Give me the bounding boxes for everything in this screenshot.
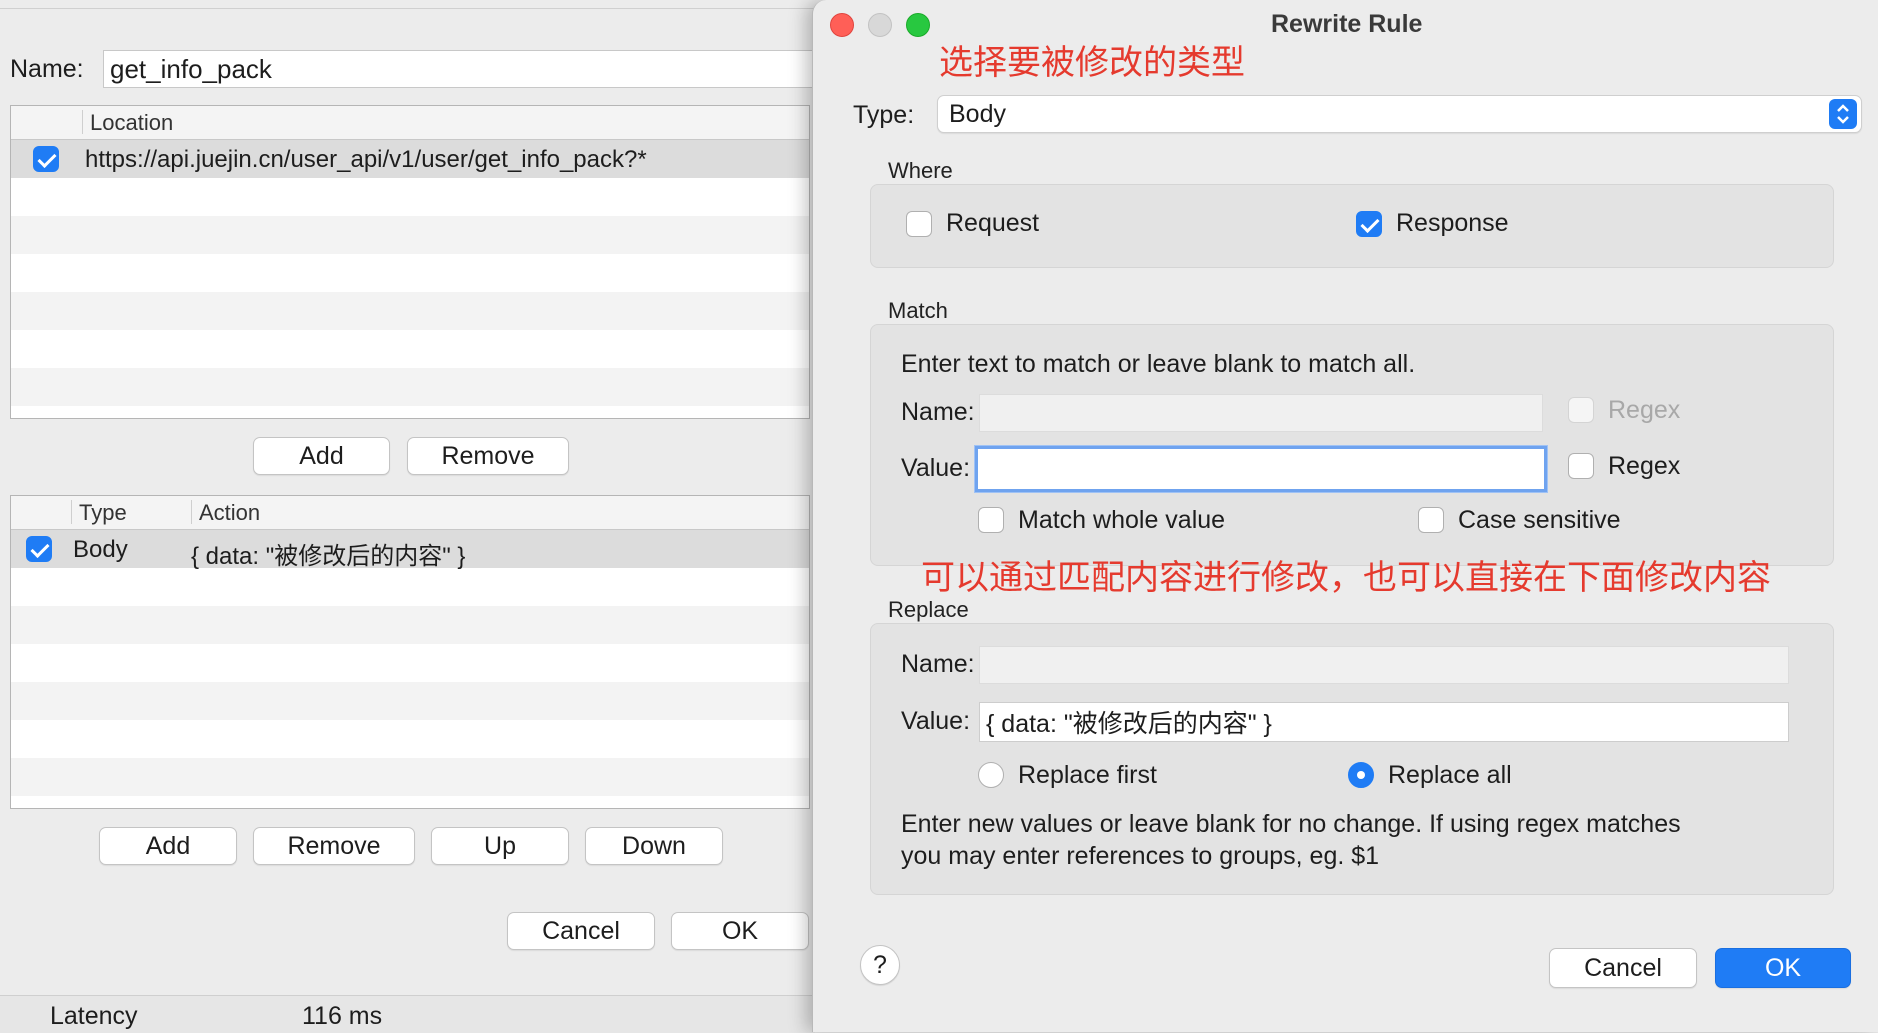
replace-value-label: Value: (901, 707, 971, 735)
replace-first-label: Replace first (1018, 761, 1157, 789)
help-icon: ? (873, 950, 887, 979)
replace-name-input[interactable] (979, 646, 1789, 684)
rule-name-value: get_info_pack (110, 53, 272, 84)
replace-hint-line2: you may enter references to groups, eg. … (901, 842, 1380, 870)
match-value-input[interactable] (975, 446, 1547, 492)
response-checkbox[interactable] (1356, 211, 1382, 237)
match-value-label: Value: (901, 454, 971, 482)
rewrite-set-window: Name: get_info_pack Location https://api… (0, 0, 815, 1033)
case-sensitive-checkbox[interactable] (1418, 507, 1444, 533)
type-select-value: Body (949, 100, 1006, 128)
add-rule-button[interactable]: Add (99, 827, 237, 865)
match-annotation: 可以通过匹配内容进行修改，也可以直接在下面修改内容 (921, 559, 1771, 597)
location-table: Location https://api.juejin.cn/user_api/… (10, 105, 810, 419)
replace-all-radio[interactable] (1348, 762, 1374, 788)
help-button[interactable]: ? (860, 945, 900, 985)
match-hint: Enter text to match or leave blank to ma… (901, 350, 1416, 378)
value-regex-checkbox[interactable] (1568, 453, 1594, 479)
value-regex-label: Regex (1608, 452, 1681, 480)
move-down-button[interactable]: Down (585, 827, 723, 865)
name-label: Name: (10, 55, 84, 83)
type-select[interactable]: Body (937, 95, 1862, 133)
dialog-title: Rewrite Rule (1271, 10, 1423, 38)
where-group-label: Where (888, 158, 953, 183)
ok-button[interactable]: OK (671, 912, 809, 950)
request-checkbox[interactable] (906, 211, 932, 237)
remove-rule-button[interactable]: Remove (253, 827, 415, 865)
replace-group-label: Replace (888, 597, 969, 622)
divider (0, 8, 815, 9)
close-icon[interactable] (830, 13, 854, 37)
replace-hint-line1: Enter new values or leave blank for no c… (901, 810, 1681, 838)
status-bar: Latency 116 ms (0, 995, 815, 1033)
chevron-updown-icon (1829, 99, 1857, 129)
response-label: Response (1396, 209, 1509, 237)
case-sensitive-label: Case sensitive (1458, 506, 1621, 534)
add-location-button[interactable]: Add (253, 437, 390, 475)
move-up-button[interactable]: Up (431, 827, 569, 865)
match-group-label: Match (888, 298, 948, 323)
name-regex-label: Regex (1608, 396, 1681, 424)
rule-enabled-checkbox[interactable] (26, 536, 52, 562)
rule-action: { data: "被修改后的内容" } (191, 543, 466, 570)
table-row[interactable]: Body { data: "被修改后的内容" } (11, 530, 809, 570)
rules-table: Type Action Body { data: "被修改后的内容" } (10, 495, 810, 809)
replace-name-label: Name: (901, 650, 975, 678)
type-column-header[interactable]: Type (79, 500, 127, 526)
match-whole-value-checkbox[interactable] (978, 507, 1004, 533)
request-label: Request (946, 209, 1040, 237)
dialog-cancel-button[interactable]: Cancel (1549, 948, 1697, 988)
match-group: Enter text to match or leave blank to ma… (870, 324, 1834, 566)
minimize-icon[interactable] (868, 13, 892, 37)
location-url: https://api.juejin.cn/user_api/v1/user/g… (85, 146, 647, 173)
table-row[interactable]: https://api.juejin.cn/user_api/v1/user/g… (11, 140, 809, 178)
type-annotation: 选择要被修改的类型 (939, 44, 1245, 82)
replace-first-radio[interactable] (978, 762, 1004, 788)
rule-name-input[interactable]: get_info_pack (103, 50, 815, 88)
action-column-header[interactable]: Action (199, 500, 260, 526)
match-name-label: Name: (901, 398, 975, 426)
rule-type: Body (73, 536, 128, 563)
name-regex-checkbox[interactable] (1568, 397, 1594, 423)
replace-value-input[interactable]: { data: "被修改后的内容" } (979, 702, 1789, 742)
location-table-header: Location (11, 106, 809, 140)
replace-all-label: Replace all (1388, 761, 1512, 789)
replace-group: Name: Value: { data: "被修改后的内容" } Replace… (870, 623, 1834, 895)
type-label: Type: (853, 101, 915, 129)
remove-location-button[interactable]: Remove (407, 437, 569, 475)
match-name-input[interactable] (979, 394, 1543, 432)
dialog-ok-button[interactable]: OK (1715, 948, 1851, 988)
rewrite-rule-dialog: Rewrite Rule Type: Body Where Request Re… (812, 0, 1878, 1032)
replace-value-value: { data: "被修改后的内容" } (986, 710, 1272, 738)
where-group: Request Response (870, 184, 1834, 268)
match-whole-value-label: Match whole value (1018, 506, 1226, 534)
zoom-icon[interactable] (906, 13, 930, 37)
cancel-button[interactable]: Cancel (507, 912, 655, 950)
location-column-header[interactable]: Location (90, 110, 173, 136)
latency-value: 116 ms (302, 1002, 383, 1030)
latency-label: Latency (50, 1002, 138, 1030)
rules-table-header: Type Action (11, 496, 809, 530)
location-enabled-checkbox[interactable] (33, 146, 59, 172)
